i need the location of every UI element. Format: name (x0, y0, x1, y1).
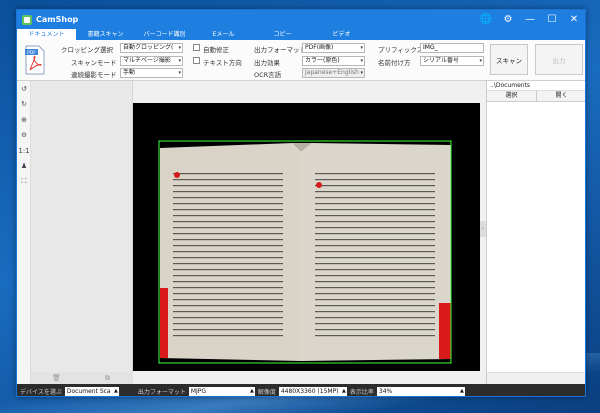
options-ribbon: PDF クロッピング選択 自動クロッピング(▾ スキャンモード マルチページ撮影… (17, 40, 585, 81)
copy-pages-icon[interactable]: ⧉ (82, 374, 133, 383)
auto-correct-label: 自動修正 (203, 46, 229, 54)
output-folder-pane: ..\Documents 選択 開く (486, 81, 585, 384)
naming-select[interactable]: シリアル番号 ▾ (420, 56, 484, 66)
svg-text:PDF: PDF (27, 50, 36, 56)
zoom-in-icon[interactable]: ⊕ (17, 112, 31, 128)
text-direction-label: テキスト方向 (203, 59, 242, 67)
trash-icon[interactable]: 🗑 (31, 374, 82, 382)
cropping-select[interactable]: 自動クロッピング(▾ (120, 43, 183, 53)
pdf-file-icon[interactable]: PDF (24, 44, 46, 76)
thumbnail-panel (31, 81, 133, 372)
output-format-label: 出力フォーマット (254, 46, 306, 54)
scan-mode-select[interactable]: マルチページ撮影 ▾ (120, 56, 183, 66)
continuous-mode-label: 連続撮影モード (71, 71, 117, 79)
mode-tabs: ドキュメント 書籍スキャン バーコード識別 Eメール コピー ビデオ (17, 29, 585, 40)
status-output-format-label: 出力フォーマット (137, 388, 186, 396)
settings-gear-icon[interactable]: ⚙ (497, 10, 519, 29)
close-button[interactable]: ✕ (563, 10, 585, 29)
maximize-button[interactable]: ☐ (541, 10, 563, 29)
output-effect-label: 出力効果 (254, 59, 280, 67)
tab-barcode[interactable]: バーコード識別 (135, 29, 194, 40)
app-title: CamShop (36, 15, 79, 24)
globe-icon[interactable]: 🌐 (475, 10, 497, 29)
zoom-out-icon[interactable]: ⊖ (17, 128, 31, 144)
status-output-format-select[interactable]: MJPG ▲ (188, 386, 255, 396)
tab-book-scan[interactable]: 書籍スキャン (76, 29, 135, 40)
prefix-label: プリフィックス (378, 46, 424, 54)
thumbnail-toolbar: 🗑 ⧉ (31, 372, 133, 384)
fit-window-icon[interactable]: ⛶ (17, 174, 31, 190)
output-button[interactable]: 出力 (535, 44, 583, 75)
ocr-language-label: OCR言語 (254, 71, 282, 79)
resolution-select[interactable]: 4480X3360 (15MP) ▲ (278, 386, 347, 396)
display-ratio-label: 表示比率 (349, 388, 374, 396)
ocr-language-select[interactable]: Japanese+English ▾ (302, 68, 365, 78)
tab-email[interactable]: Eメール (194, 29, 253, 40)
tab-copy[interactable]: コピー (253, 29, 312, 40)
title-bar: CamShop 🌐 ⚙ — ☐ ✕ (17, 10, 585, 29)
preview-top-margin (133, 81, 480, 103)
tool-column: ↺ ↻ ⊕ ⊖ 1:1 ♟ ⛶ (17, 81, 31, 384)
prefix-input[interactable]: IMG_ (420, 43, 484, 53)
minimize-button[interactable]: — (519, 10, 541, 29)
status-bar: デバイスを選ぶ Document Sca ▲ 出力フォーマット MJPG ▲ 解像度… (17, 384, 585, 396)
scan-button[interactable]: スキャン (490, 44, 528, 75)
auto-correct-checkbox[interactable] (193, 44, 200, 51)
resolution-label: 解像度 (257, 388, 276, 396)
preview-bottom-margin (133, 371, 480, 384)
text-direction-checkbox[interactable] (193, 57, 200, 64)
tab-video[interactable]: ビデオ (312, 29, 371, 40)
output-format-select[interactable]: PDF(画像) ▾ (302, 43, 365, 53)
select-folder-button[interactable]: 選択 (487, 91, 537, 101)
continuous-mode-select[interactable]: 手動 ▾ (120, 68, 183, 78)
device-select[interactable]: Document Sca ▲ (64, 386, 119, 396)
naming-label: 名前付け方 (378, 59, 411, 67)
tab-document[interactable]: ドキュメント (17, 29, 76, 40)
cropping-label: クロッピング選択 (61, 46, 113, 54)
book-preview-image (158, 140, 452, 364)
output-effect-select[interactable]: カラー(原色) ▾ (302, 56, 365, 66)
output-folder-path: ..\Documents (487, 81, 585, 91)
open-folder-button[interactable]: 開く (537, 91, 585, 101)
display-ratio-select[interactable]: 34% ▲ (376, 386, 465, 396)
rotate-left-icon[interactable]: ↺ (17, 81, 31, 97)
actual-size-icon[interactable]: 1:1 (17, 143, 31, 159)
rotate-right-icon[interactable]: ↻ (17, 97, 31, 113)
app-logo-icon (22, 14, 32, 25)
device-label: デバイスを選ぶ (20, 388, 62, 396)
stamp-icon[interactable]: ♟ (17, 159, 31, 175)
camera-preview[interactable] (133, 103, 480, 371)
app-window: CamShop 🌐 ⚙ — ☐ ✕ ドキュメント 書籍スキャン バーコード識別 … (16, 9, 586, 397)
output-pane-footer (487, 372, 585, 384)
scan-mode-label: スキャンモード (71, 59, 117, 67)
